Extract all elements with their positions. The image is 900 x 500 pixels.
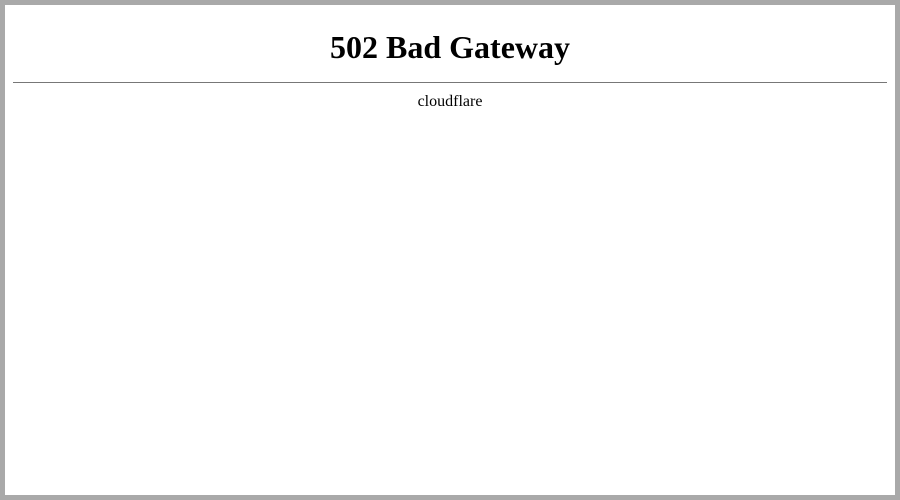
- server-name: cloudflare: [13, 93, 887, 111]
- page-frame: 502 Bad Gateway cloudflare: [0, 0, 900, 500]
- error-title: 502 Bad Gateway: [13, 29, 887, 66]
- error-page: 502 Bad Gateway cloudflare: [5, 5, 895, 125]
- divider: [13, 82, 887, 83]
